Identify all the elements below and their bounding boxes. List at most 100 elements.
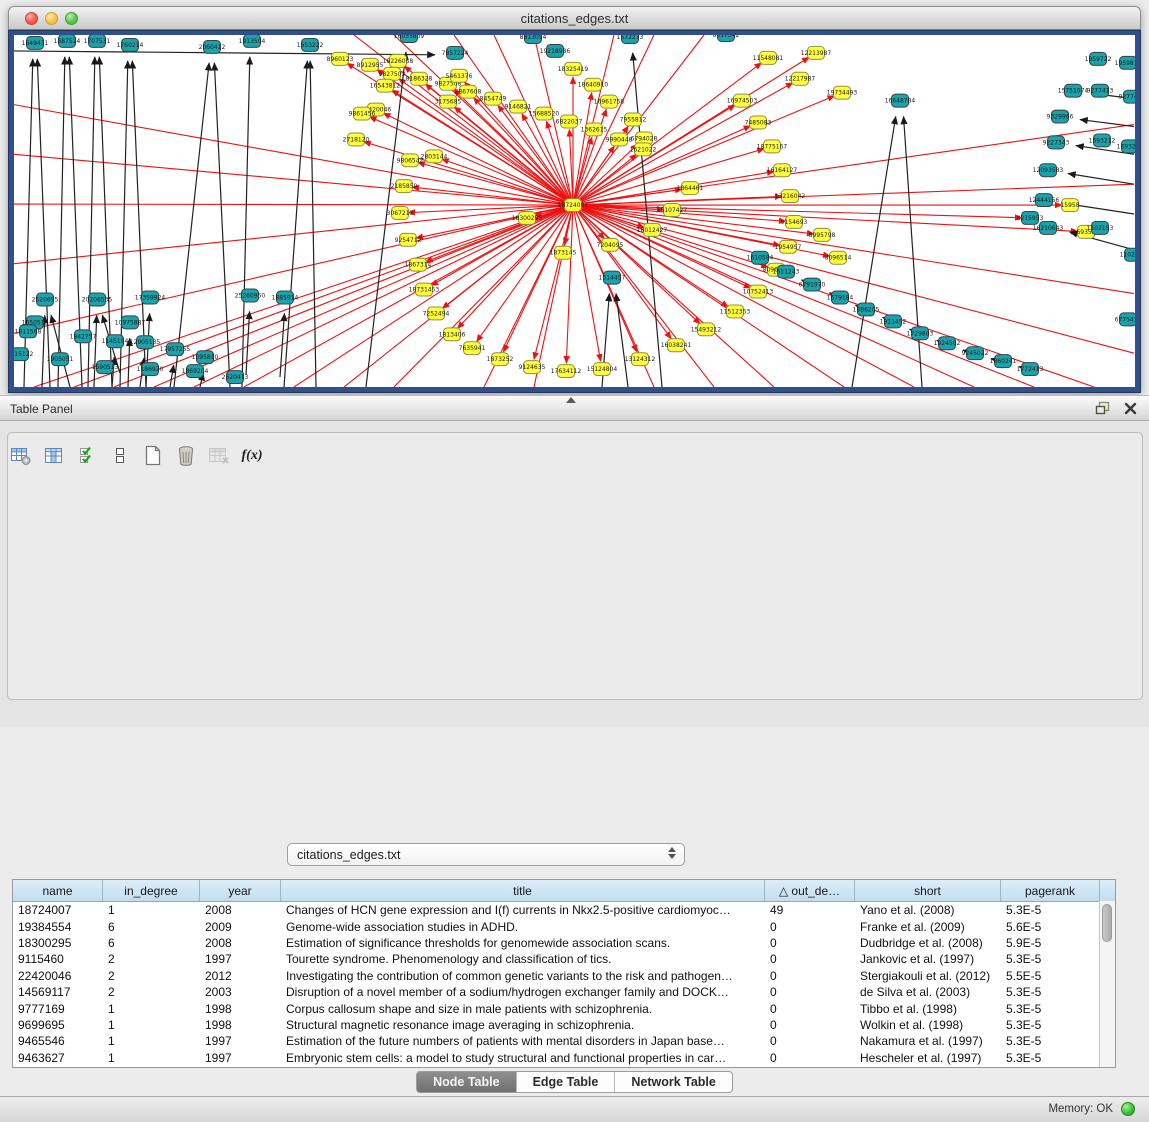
table-panel-titlebar[interactable]: Table Panel — [0, 395, 1149, 421]
citation-edge-black[interactable] — [51, 315, 70, 387]
network-node-label: 1860241 — [990, 358, 1017, 365]
column-header-out_de[interactable]: △ out_de… — [765, 880, 855, 901]
status-bar: Memory: OK — [0, 1096, 1149, 1122]
citation-edge-black[interactable] — [904, 117, 922, 387]
column-header-short[interactable]: short — [855, 880, 1001, 901]
table-select-combo[interactable]: citations_edges.txt — [287, 843, 685, 866]
table-toolbar: f(x) — [10, 440, 263, 472]
table-cell: 2008 — [200, 936, 281, 950]
citation-edge-red[interactable] — [573, 205, 1134, 293]
memory-status-label: Memory: OK — [1048, 1103, 1113, 1115]
merge-rows-icon[interactable] — [109, 444, 131, 468]
citation-edge-black[interactable] — [1080, 120, 1134, 127]
table-settings-icon[interactable] — [10, 444, 32, 468]
table-row[interactable]: 946362711997Embryonic stem cells: a mode… — [13, 1050, 1115, 1066]
delete-column-icon[interactable] — [208, 444, 230, 468]
table-cell: 9465546 — [13, 1034, 103, 1048]
network-node-label: 1873252 — [487, 356, 514, 363]
network-node-label: 8215953 — [1017, 215, 1044, 222]
network-node-label: 16210643 — [1033, 225, 1064, 232]
citation-edge-black[interactable] — [214, 63, 230, 387]
table-cell: 5.3E-5 — [1001, 1034, 1100, 1048]
citation-edge-black[interactable] — [14, 51, 435, 55]
table-cell: 1 — [103, 1002, 200, 1016]
network-node-label: 25260950 — [235, 293, 266, 300]
network-node-label: 1867314 — [405, 262, 432, 269]
new-table-icon[interactable] — [142, 444, 164, 468]
citation-edge-red[interactable] — [573, 205, 700, 324]
split-collapse-handle[interactable] — [566, 397, 576, 403]
table-cell: 2012 — [200, 969, 281, 983]
network-node-label: 9254712 — [395, 237, 422, 244]
citation-edge-red[interactable] — [14, 204, 573, 205]
citation-edge-red[interactable] — [418, 162, 573, 205]
network-node-label: 9277450 — [1119, 94, 1135, 101]
table-row[interactable]: 1938455462009Genome-wide association stu… — [13, 918, 1115, 934]
citation-edge-red[interactable] — [457, 205, 573, 328]
table-row[interactable]: 946554611997Estimation of the future num… — [13, 1033, 1115, 1049]
network-node-label: 1885914 — [272, 295, 299, 302]
table-cell: Nakamura et al. (1997) — [855, 1034, 1001, 1048]
citation-edge-black[interactable] — [852, 116, 896, 387]
citation-edge-red[interactable] — [573, 96, 835, 205]
table-row[interactable]: 911546021997Tourette syndrome. Phenomeno… — [13, 951, 1115, 967]
table-cell: 0 — [765, 1018, 855, 1032]
column-header-pagerank[interactable]: pagerank — [1001, 880, 1100, 901]
citation-edge-black[interactable] — [246, 311, 250, 375]
window-title: citations_edges.txt — [9, 11, 1140, 26]
citation-edge-black[interactable] — [633, 53, 662, 387]
network-node-label: 15124804 — [587, 366, 618, 373]
tab-network-table[interactable]: Network Table — [615, 1072, 732, 1092]
table-row[interactable]: 1872400712008Changes of HCN gene express… — [13, 902, 1115, 918]
citation-edge-red[interactable] — [573, 205, 601, 361]
network-node-label: 17957255 — [160, 346, 191, 353]
citation-edge-black[interactable] — [616, 293, 628, 387]
network-canvas-svg[interactable]: 1872400789601238912955182260589827503818… — [14, 35, 1135, 387]
citation-edge-red[interactable] — [14, 105, 573, 205]
column-header-name[interactable]: name — [13, 880, 103, 901]
network-node-label: 7485083 — [745, 120, 772, 127]
function-builder-icon[interactable]: f(x) — [241, 444, 263, 468]
table-cell: Structural magnetic resonance image aver… — [281, 1018, 765, 1032]
table-cell: 2008 — [200, 903, 281, 917]
tab-edge-table[interactable]: Edge Table — [517, 1072, 616, 1092]
network-node-label: 13216042 — [775, 193, 806, 200]
table-row[interactable]: 977716911998Corpus callosum shape and si… — [13, 1000, 1115, 1016]
table-cell: Estimation of the future numbers of pati… — [281, 1034, 765, 1048]
scrollbar-thumb[interactable] — [1102, 904, 1112, 942]
select-rows-icon[interactable] — [76, 444, 98, 468]
citation-edge-black[interactable] — [94, 315, 97, 387]
table-row[interactable]: 969969511998Structural magnetic resonanc… — [13, 1017, 1115, 1033]
citation-edge-black[interactable] — [58, 57, 65, 387]
citation-edge-red[interactable] — [294, 205, 573, 387]
table-row[interactable]: 1830029562008Estimation of significance … — [13, 935, 1115, 951]
citation-edge-red[interactable] — [573, 149, 764, 205]
network-node-label: 1729803 — [907, 330, 934, 337]
column-header-year[interactable]: year — [200, 880, 281, 901]
float-panel-icon[interactable] — [1095, 401, 1110, 415]
show-columns-icon[interactable] — [43, 444, 65, 468]
citation-edge-black[interactable] — [170, 365, 174, 387]
close-panel-icon[interactable] — [1124, 402, 1137, 415]
network-canvas[interactable]: 1872400789601238912955182260589827503818… — [14, 35, 1135, 387]
window-titlebar[interactable]: citations_edges.txt — [8, 6, 1141, 30]
network-node-label: 10975887 — [115, 319, 146, 326]
table-row[interactable]: 2242004622012Investigating the contribut… — [13, 968, 1115, 984]
table-cell: 6 — [103, 936, 200, 950]
table-row[interactable]: 1456911722003Disruption of a novel membe… — [13, 984, 1115, 1000]
tab-node-table[interactable]: Node Table — [417, 1072, 516, 1092]
column-header-in_degree[interactable]: in_degree — [103, 880, 200, 901]
table-header-row[interactable]: namein_degreeyeartitle△ out_de…shortpage… — [13, 880, 1115, 902]
citation-edge-black[interactable] — [310, 61, 316, 387]
delete-table-icon[interactable] — [175, 444, 197, 468]
column-header-title[interactable]: title — [281, 880, 765, 901]
network-node-label: 16961758 — [594, 99, 625, 106]
table-vertical-scrollbar[interactable] — [1099, 901, 1115, 1067]
citation-edge-black[interactable] — [1068, 173, 1134, 184]
network-node-label: 1942757 — [70, 333, 97, 340]
network-node-label: 6794028 — [631, 135, 658, 142]
citation-edge-black[interactable] — [174, 63, 209, 387]
table-cell: 1998 — [200, 1002, 281, 1016]
network-node-label: 7857224 — [442, 50, 469, 57]
citation-edge-red[interactable] — [14, 205, 573, 333]
